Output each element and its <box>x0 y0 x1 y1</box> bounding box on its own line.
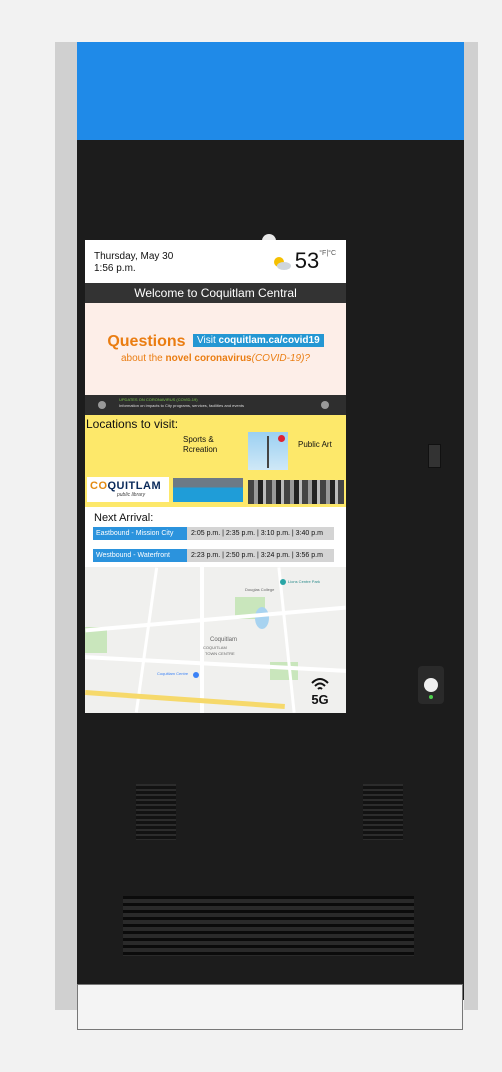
map-label: TOWN CENTRE <box>205 651 235 656</box>
temperature-unit-toggle[interactable]: °F|°C <box>319 250 336 257</box>
map-label: Coquitlam <box>210 637 238 643</box>
map-label: Douglas College <box>245 587 275 592</box>
vent-left <box>136 784 176 840</box>
date-label: Thursday, May 30 <box>94 251 174 262</box>
about-italic: (COVID-19)? <box>251 353 310 364</box>
map-label: Lions Centre Park <box>288 579 321 584</box>
sports-recreation-label[interactable]: Sports & Rcreation <box>183 435 217 455</box>
kiosk-right-rail <box>464 42 478 1010</box>
route-times: 2:05 p.m. | 2:35 p.m. | 3:10 p.m. | 3:40… <box>191 530 323 537</box>
covid-banner[interactable]: Questions Visit coquitlam.ca/covid19 abo… <box>85 303 346 395</box>
welcome-banner: Welcome to Coquitlam Central <box>85 283 346 303</box>
date-time: Thursday, May 30 1:56 p.m. <box>94 251 173 275</box>
kiosk-top-cap <box>77 42 464 140</box>
public-art-label[interactable]: Public Art <box>298 440 332 449</box>
public-art-photo[interactable] <box>248 480 344 504</box>
sensor-icon <box>428 444 441 468</box>
weather-widget: 53 °F|°C <box>270 248 336 274</box>
map-road <box>134 567 159 713</box>
ticker-title: UPDATES ON CORONAVIRUS (COVID-19) <box>119 397 198 402</box>
next-arrival-panel: Next Arrival: Eastbound - Mission City 2:… <box>85 507 346 567</box>
time-label: 1:56 p.m. <box>94 263 136 274</box>
pool-image[interactable] <box>173 478 243 502</box>
map-label: COQUITLAM <box>203 645 227 650</box>
public-art-image[interactable] <box>248 432 288 470</box>
sports-line1: Sports & <box>183 435 214 444</box>
ticker-text: Information on impacts to City programs,… <box>119 403 244 408</box>
route-name: Eastbound - Mission City <box>93 527 187 540</box>
route-times: 2:23 p.m. | 2:50 p.m. | 3:24 p.m. | 3:56… <box>191 552 323 559</box>
status-bar: Thursday, May 30 1:56 p.m. 53 °F|°C <box>85 240 346 283</box>
visit-prefix: Visit <box>197 335 219 346</box>
nfc-reader-icon[interactable] <box>418 666 444 704</box>
route-row-eastbound[interactable]: Eastbound - Mission City 2:05 p.m. | 2:35… <box>93 527 334 540</box>
logo-co: CO <box>90 480 108 492</box>
ticker-prev-icon[interactable] <box>98 401 106 409</box>
sports-line2: Rcreation <box>183 445 218 454</box>
locations-panel: Locations to visit: Sports & Rcreation P… <box>85 415 346 507</box>
covid-url: coquitlam.ca/covid19 <box>218 335 320 346</box>
vent-right <box>363 784 403 840</box>
map-label: Coquitlam Centre <box>157 671 189 676</box>
ticker-next-icon[interactable] <box>321 401 329 409</box>
about-prefix: about the <box>121 353 166 364</box>
news-ticker: UPDATES ON CORONAVIRUS (COVID-19) Inform… <box>85 395 346 415</box>
map-road <box>277 567 296 713</box>
about-bold: novel coronavirus <box>165 353 252 364</box>
library-logo[interactable]: COQUITLAM public library <box>87 477 169 502</box>
logo-subtitle: public library <box>117 492 146 498</box>
next-arrival-title: Next Arrival: <box>94 512 154 524</box>
5g-icon: 5G <box>311 678 329 705</box>
area-map[interactable]: Douglas College Lions Centre Park Coquit… <box>85 567 346 713</box>
logo-quitlam: QUITLAM <box>107 480 162 492</box>
covid-link[interactable]: Visit coquitlam.ca/covid19 <box>193 334 324 347</box>
kiosk-screen[interactable]: Thursday, May 30 1:56 p.m. 53 °F|°C Welc… <box>85 240 346 713</box>
route-row-westbound[interactable]: Westbound - Waterfront 2:23 p.m. | 2:50 p… <box>93 549 334 562</box>
map-road <box>85 605 346 633</box>
kiosk-left-rail <box>55 42 77 1010</box>
route-name: Westbound - Waterfront <box>93 549 187 562</box>
questions-heading: Questions <box>107 333 186 350</box>
map-lake <box>255 607 269 629</box>
map-pin-icon[interactable] <box>280 579 286 585</box>
kiosk-base <box>77 984 463 1030</box>
map-road <box>200 567 204 713</box>
temperature: 53 <box>294 248 320 273</box>
locations-title: Locations to visit: <box>86 417 179 431</box>
partly-sunny-icon <box>273 257 291 270</box>
5g-label: 5G <box>311 692 328 705</box>
covid-subtext: about the novel coronavirus(COVID-19)? <box>85 353 346 364</box>
vent-bottom <box>123 896 414 956</box>
map-highway <box>85 690 285 709</box>
map-pin-icon[interactable] <box>193 672 199 678</box>
